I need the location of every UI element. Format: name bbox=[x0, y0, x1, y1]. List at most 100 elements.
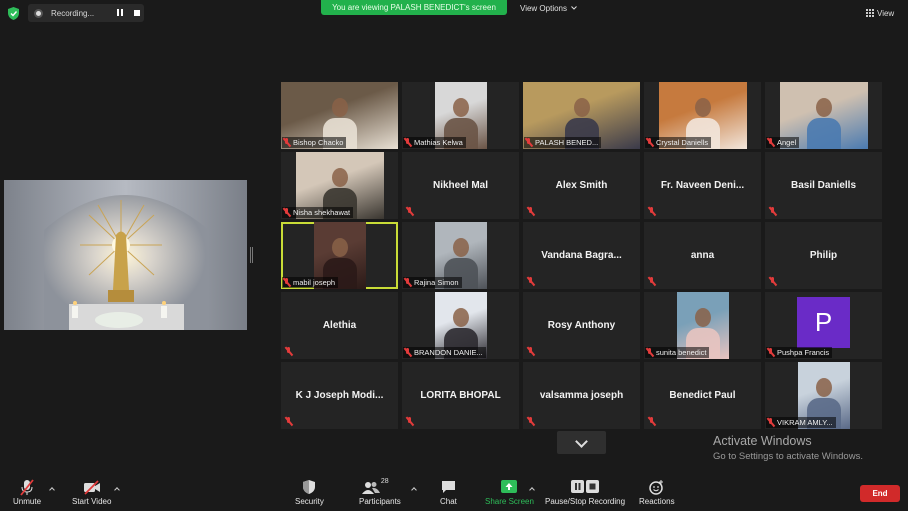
muted-microphone-icon bbox=[646, 348, 654, 357]
windows-activation-watermark: Activate Windows Go to Settings to activ… bbox=[713, 434, 863, 462]
watermark-line-1: Activate Windows bbox=[713, 434, 812, 448]
participant-name: Bishop Chacko bbox=[293, 138, 344, 147]
participant-name-label: PALASH BENED... bbox=[524, 137, 602, 148]
muted-microphone-icon bbox=[527, 417, 535, 426]
participants-options-caret[interactable] bbox=[411, 486, 417, 492]
participant-name: Benedict Paul bbox=[669, 390, 736, 401]
participant-tile[interactable]: Nisha shekhawat bbox=[281, 152, 398, 219]
participant-tile[interactable]: LORITA BHOPAL bbox=[402, 362, 519, 429]
participant-name: Vandana Bagra... bbox=[541, 250, 622, 261]
participant-tile[interactable]: Fr. Naveen Deni... bbox=[644, 152, 761, 219]
pause-stop-icon bbox=[570, 478, 600, 496]
muted-microphone-icon bbox=[767, 418, 775, 427]
view-layout-button[interactable]: View bbox=[866, 6, 894, 20]
participant-tile[interactable]: Rajina Simon bbox=[402, 222, 519, 289]
participants-count: 28 bbox=[380, 478, 389, 485]
muted-microphone-icon bbox=[525, 138, 533, 147]
participants-icon: 28 bbox=[361, 478, 398, 496]
participant-tile[interactable]: valsamma joseph bbox=[523, 362, 640, 429]
participant-tile[interactable]: VIKRAM AMLY... bbox=[765, 362, 882, 429]
participant-name-label: Rajina Simon bbox=[403, 277, 462, 288]
participant-name-label: Pushpa Francis bbox=[766, 347, 833, 358]
muted-microphone-icon bbox=[404, 138, 412, 147]
stop-recording-icon[interactable] bbox=[133, 9, 142, 17]
participant-name: Nisha shekhawat bbox=[293, 208, 351, 217]
unmute-button[interactable]: Unmute bbox=[13, 478, 41, 510]
security-label: Security bbox=[295, 497, 324, 506]
participant-tile[interactable]: Basil Daniells bbox=[765, 152, 882, 219]
participant-tile[interactable]: Nikheel Mal bbox=[402, 152, 519, 219]
participant-name: mabil joseph bbox=[293, 278, 336, 287]
reactions-button[interactable]: Reactions bbox=[639, 478, 675, 510]
pause-recording-icon[interactable] bbox=[116, 9, 125, 17]
participant-tile[interactable]: Philip bbox=[765, 222, 882, 289]
participant-tile[interactable]: Alex Smith bbox=[523, 152, 640, 219]
participant-name-label: Angel bbox=[766, 137, 800, 148]
chevron-down-icon bbox=[571, 6, 577, 10]
chat-button[interactable]: Chat bbox=[440, 478, 457, 510]
pause-stop-recording-button[interactable]: Pause/Stop Recording bbox=[545, 478, 625, 510]
participant-tile[interactable]: Benedict Paul bbox=[644, 362, 761, 429]
view-options-label: View Options bbox=[520, 3, 567, 13]
participant-name: K J Joseph Modi... bbox=[295, 390, 384, 401]
share-screen-button[interactable]: Share Screen bbox=[485, 478, 534, 510]
participant-tile[interactable]: Mathias Kelwa bbox=[402, 82, 519, 149]
muted-microphone-icon bbox=[285, 347, 293, 356]
participant-name: Basil Daniells bbox=[790, 180, 857, 191]
start-video-label: Start Video bbox=[72, 497, 112, 506]
end-meeting-button[interactable]: End bbox=[860, 485, 900, 502]
audio-options-caret[interactable] bbox=[49, 486, 55, 492]
muted-microphone-icon bbox=[769, 277, 777, 286]
muted-microphone-icon bbox=[285, 417, 293, 426]
panel-resize-handle[interactable] bbox=[250, 247, 253, 263]
muted-microphone-icon bbox=[648, 417, 656, 426]
participant-avatar: P bbox=[797, 297, 850, 348]
smiley-icon bbox=[649, 478, 664, 496]
muted-microphone-icon bbox=[283, 208, 291, 217]
participant-name: BRANDON DANIE... bbox=[414, 348, 483, 357]
start-video-button[interactable]: Start Video bbox=[72, 478, 111, 510]
participant-tile[interactable]: mabil joseph bbox=[281, 222, 398, 289]
muted-microphone-icon bbox=[527, 347, 535, 356]
shared-screen bbox=[4, 180, 247, 330]
muted-microphone-icon bbox=[406, 207, 414, 216]
participant-tile[interactable]: Bishop Chacko bbox=[281, 82, 398, 149]
chat-bubble-icon bbox=[441, 478, 456, 496]
security-button[interactable]: Security bbox=[295, 478, 324, 510]
video-options-caret[interactable] bbox=[114, 486, 120, 492]
muted-microphone-icon bbox=[527, 207, 535, 216]
participant-name: Angel bbox=[777, 138, 797, 147]
muted-microphone-icon bbox=[769, 207, 777, 216]
scroll-down-button[interactable] bbox=[557, 431, 606, 454]
participant-tile[interactable]: Rosy Anthony bbox=[523, 292, 640, 359]
muted-microphone-icon bbox=[767, 138, 775, 147]
participant-tile[interactable]: anna bbox=[644, 222, 761, 289]
muted-microphone-icon bbox=[283, 278, 291, 287]
muted-microphone-icon bbox=[646, 138, 654, 147]
share-screen-icon bbox=[501, 478, 518, 496]
shared-screen-image bbox=[4, 180, 247, 330]
security-shield-icon bbox=[303, 478, 316, 496]
view-label: View bbox=[877, 8, 895, 18]
participant-tile[interactable]: K J Joseph Modi... bbox=[281, 362, 398, 429]
zoom-meeting-window: Recording... You are viewing PALASH BENE… bbox=[0, 0, 908, 511]
participant-name-label: mabil joseph bbox=[282, 277, 339, 288]
participant-tile[interactable]: Vandana Bagra... bbox=[523, 222, 640, 289]
recording-dot-icon bbox=[34, 8, 43, 18]
participants-button[interactable]: 28 Participants bbox=[359, 478, 401, 510]
participant-name: Philip bbox=[809, 250, 838, 261]
participant-tile[interactable]: BRANDON DANIE... bbox=[402, 292, 519, 359]
security-shield-icon[interactable] bbox=[8, 7, 19, 20]
view-options-button[interactable]: View Options bbox=[520, 2, 577, 14]
participant-tile[interactable]: P Pushpa Francis bbox=[765, 292, 882, 359]
muted-microphone-icon bbox=[648, 207, 656, 216]
participant-tile[interactable]: Alethia bbox=[281, 292, 398, 359]
participant-tile[interactable]: Angel bbox=[765, 82, 882, 149]
participant-tile[interactable]: sunita benedict bbox=[644, 292, 761, 359]
muted-microphone-icon bbox=[767, 348, 775, 357]
participants-label: Participants bbox=[359, 497, 401, 506]
participant-tile[interactable]: Crystal Daniells bbox=[644, 82, 761, 149]
participant-tile[interactable]: PALASH BENED... bbox=[523, 82, 640, 149]
share-screen-options-caret[interactable] bbox=[529, 486, 535, 492]
participant-name-label: Mathias Kelwa bbox=[403, 137, 466, 148]
